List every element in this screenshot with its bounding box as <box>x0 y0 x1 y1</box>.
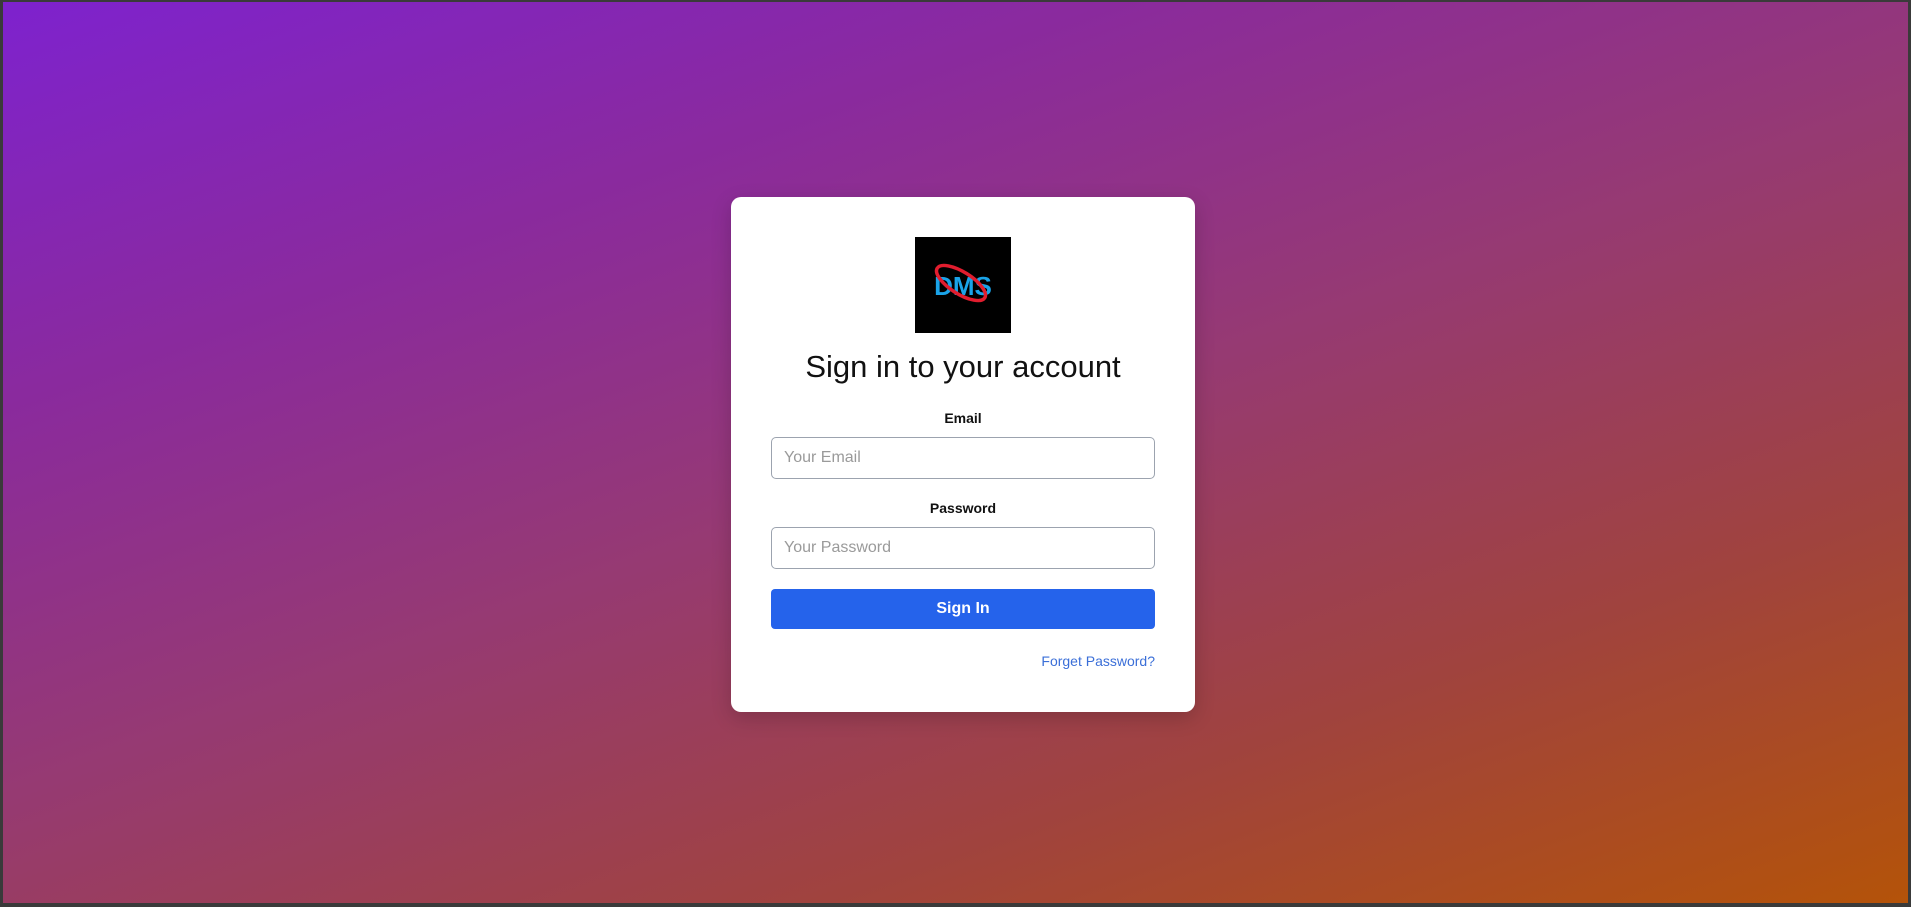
page-title: Sign in to your account <box>805 349 1121 384</box>
page-background: DMS Sign in to your account Email Passwo… <box>3 2 1908 903</box>
login-card: DMS Sign in to your account Email Passwo… <box>731 197 1195 712</box>
password-label: Password <box>929 500 997 516</box>
dms-logo-icon: DMS <box>915 237 1011 333</box>
dms-logo: DMS <box>915 237 1011 333</box>
forgot-password-link[interactable]: Forget Password? <box>1041 653 1155 669</box>
email-label: Email <box>944 410 982 426</box>
sign-in-button[interactable]: Sign In <box>771 589 1155 629</box>
email-field[interactable] <box>771 437 1155 479</box>
password-field[interactable] <box>771 527 1155 569</box>
